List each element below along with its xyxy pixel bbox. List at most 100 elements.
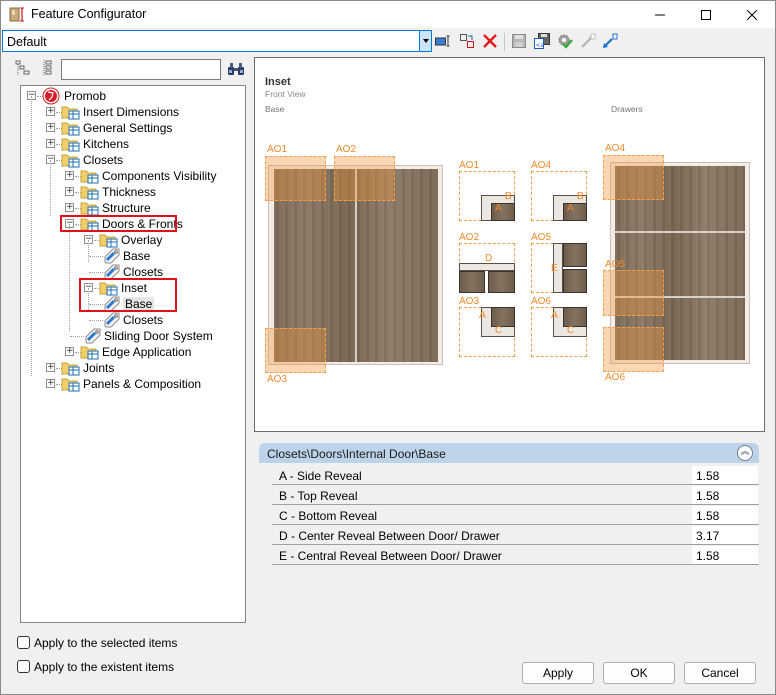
expand-node-icon[interactable]: + <box>65 171 74 180</box>
save-as-icon: <a <box>534 33 550 49</box>
property-value: 1.58 <box>696 489 720 503</box>
tree-item[interactable]: − Closets <box>21 152 245 168</box>
find-button[interactable] <box>227 61 245 77</box>
property-row: C - Bottom Reveal 1.58 <box>272 505 759 525</box>
apply-selected-checkbox[interactable] <box>17 636 30 649</box>
detail-label: AO4 <box>531 160 552 171</box>
property-row: D - Center Reveal Between Door/ Drawer 3.… <box>272 525 759 545</box>
property-value: 1.58 <box>696 509 720 523</box>
tree-item[interactable]: + Kitchens <box>21 136 245 152</box>
tree-item[interactable]: − Promob <box>21 87 245 105</box>
property-row: B - Top Reveal 1.58 <box>272 485 759 505</box>
expand-node-icon[interactable]: + <box>65 347 74 356</box>
annotation-ao2 <box>334 156 395 201</box>
tree-item-label: Kitchens <box>83 137 130 151</box>
detail-label: AO2 <box>459 232 480 243</box>
property-value-input[interactable]: 1.58 <box>692 546 758 564</box>
detail-wood <box>459 271 485 293</box>
tree-item[interactable]: − Overlay <box>21 232 245 248</box>
tree-item[interactable]: + Components Visibility <box>21 168 245 184</box>
save-button[interactable] <box>510 32 528 50</box>
tree-connector <box>89 320 103 321</box>
annotation-label: AO3 <box>267 374 288 385</box>
drawer-split <box>615 231 745 233</box>
detail-wood <box>563 269 587 293</box>
detail-label: AO3 <box>459 296 480 307</box>
annotation-ao1 <box>265 156 326 201</box>
save-as-button[interactable]: <a <box>533 32 551 50</box>
tree-item[interactable]: Base <box>21 248 245 264</box>
delete-button[interactable] <box>481 32 499 50</box>
expand-node-icon[interactable]: + <box>46 139 55 148</box>
tree-connector <box>50 160 51 216</box>
property-value-input[interactable]: 1.58 <box>692 486 758 504</box>
annotation-ao4 <box>603 155 664 200</box>
preview-base-label: Base <box>265 104 285 114</box>
tree-item[interactable]: + Joints <box>21 360 245 376</box>
property-name: C - Bottom Reveal <box>279 509 378 523</box>
rename-button[interactable] <box>434 32 452 50</box>
feature-tree[interactable]: − Promob + Insert Dimensions + General Settin… <box>20 85 246 623</box>
profile-dropdown-button[interactable] <box>419 31 431 51</box>
maximize-icon <box>701 9 711 20</box>
import-button[interactable] <box>601 32 619 50</box>
reveal-letter: C <box>495 325 503 336</box>
tree-search-input[interactable] <box>61 59 221 80</box>
tree-item[interactable]: + Insert Dimensions <box>21 104 245 120</box>
tree-item[interactable]: Sliding Door System <box>21 328 245 344</box>
chevron-down-icon <box>422 39 429 43</box>
tree-item-label: Panels & Composition <box>83 377 202 391</box>
tree-item[interactable]: + General Settings <box>21 120 245 136</box>
expand-node-icon[interactable]: + <box>65 203 74 212</box>
tree-connector <box>89 272 103 273</box>
apply-selected-label: Apply to the selected items <box>34 636 178 650</box>
tree-item-label: Overlay <box>121 233 163 247</box>
apply-button[interactable]: Apply <box>522 662 594 684</box>
copy-profile-button[interactable] <box>458 32 476 50</box>
toolbar-separator <box>504 33 505 51</box>
tree-item[interactable]: Closets <box>21 312 245 328</box>
highlight-box <box>79 278 177 312</box>
close-button[interactable] <box>729 1 775 28</box>
apply-existent-label: Apply to the existent items <box>34 660 175 674</box>
expand-node-icon[interactable]: + <box>46 363 55 372</box>
tree-item-label: Closets <box>123 313 164 327</box>
detail-wood <box>563 243 587 267</box>
reveal-letter: E <box>551 263 558 274</box>
export-button[interactable] <box>579 32 597 50</box>
maximize-button[interactable] <box>683 1 729 28</box>
reveal-letter: C <box>567 325 575 336</box>
expand-node-icon[interactable]: + <box>65 187 74 196</box>
property-value-input[interactable]: 1.58 <box>692 506 758 524</box>
tree-item[interactable]: + Edge Application <box>21 344 245 360</box>
tree-connector <box>69 224 70 331</box>
profile-select[interactable]: Default <box>2 30 432 52</box>
collapse-all-button[interactable] <box>15 59 33 77</box>
expand-node-icon[interactable]: + <box>46 123 55 132</box>
minimize-button[interactable] <box>637 1 683 28</box>
property-value-input[interactable]: 3.17 <box>692 526 758 544</box>
cancel-button[interactable]: Cancel <box>684 662 756 684</box>
property-value-input[interactable]: 1.58 <box>692 466 758 484</box>
annotation-label: AO5 <box>605 259 626 270</box>
preview-drawers-label: Drawers <box>611 104 643 114</box>
annotation-ao6 <box>603 327 664 372</box>
tree-connector <box>70 336 84 337</box>
settings-check-button[interactable] <box>556 32 574 50</box>
delete-icon <box>483 34 497 48</box>
expand-all-button[interactable] <box>39 59 57 77</box>
annotation-label: AO4 <box>605 143 626 154</box>
tree-item[interactable]: + Panels & Composition <box>21 376 245 392</box>
collapse-button[interactable]: ︽ <box>737 445 753 461</box>
annotation-label: AO6 <box>605 372 626 383</box>
expand-node-icon[interactable]: + <box>46 107 55 116</box>
expand-node-icon[interactable]: + <box>46 379 55 388</box>
ok-button[interactable]: OK <box>603 662 675 684</box>
tree-item-label: Insert Dimensions <box>83 105 180 119</box>
close-icon <box>747 9 757 20</box>
tree-item-label: Thickness <box>102 185 157 199</box>
reveal-letter: A <box>567 203 574 214</box>
apply-existent-checkbox[interactable] <box>17 660 30 673</box>
tree-item[interactable]: + Structure <box>21 200 245 216</box>
tree-item[interactable]: + Thickness <box>21 184 245 200</box>
